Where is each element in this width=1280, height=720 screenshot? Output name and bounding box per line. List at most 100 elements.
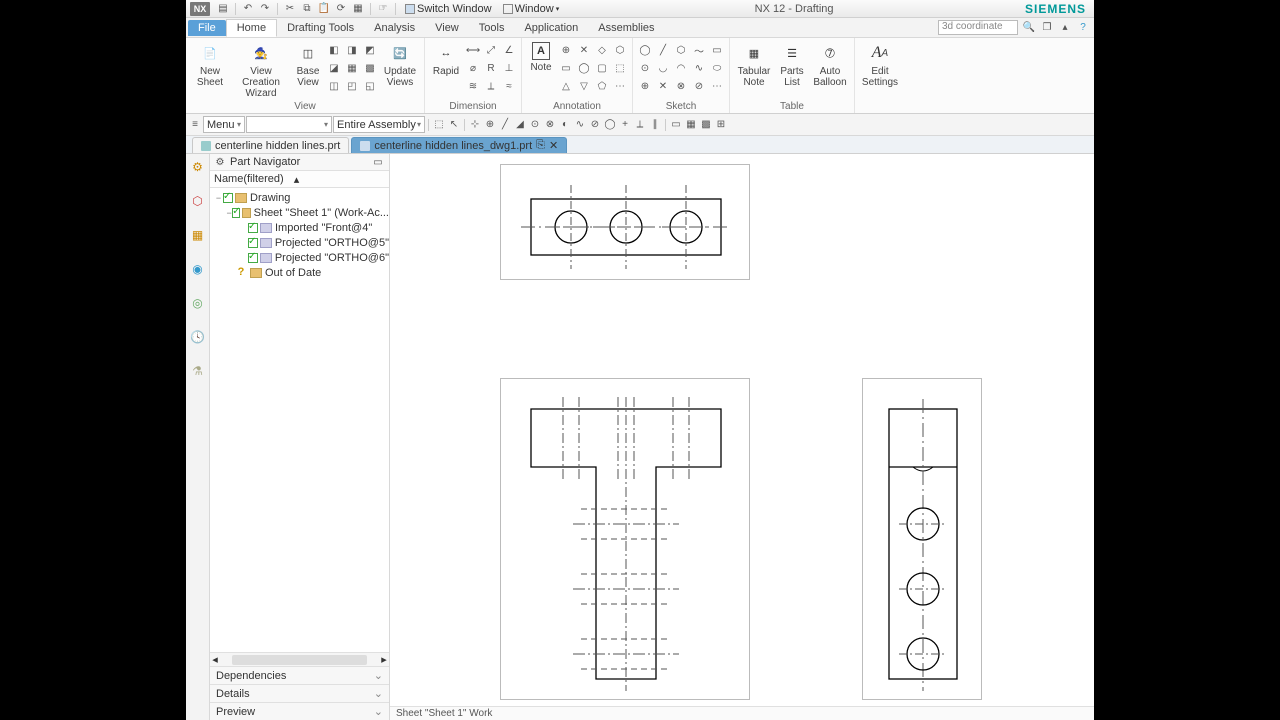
repeat-icon[interactable]: ⟳ xyxy=(334,2,348,16)
navigator-filter-row[interactable]: Name(filtered)▴ xyxy=(210,171,389,188)
snap-7-icon[interactable]: ◐ xyxy=(558,118,572,132)
doc-tab-1[interactable]: centerline hidden lines.prt xyxy=(192,137,349,153)
tree-ortho6[interactable]: Projected "ORTHO@6" xyxy=(210,250,389,265)
assembly-filter[interactable]: Entire Assembly▾ xyxy=(333,116,425,133)
tab-file[interactable]: File xyxy=(188,20,226,36)
group-dimension: ↔Rapid ⟷⤢∠ ⌀R⊥ ≋⟂≈ Dimension xyxy=(425,38,522,113)
dimension-mini-buttons[interactable]: ⟷⤢∠ ⌀R⊥ ≋⟂≈ xyxy=(465,40,517,94)
tree-sheet[interactable]: −Sheet "Sheet 1" (Work-Ac... xyxy=(210,205,389,220)
close-icon[interactable]: ✕ xyxy=(549,139,558,152)
view-creation-wizard-button[interactable]: 🧙View CreationWizard xyxy=(232,40,290,99)
tree-drawing[interactable]: −Drawing xyxy=(210,190,389,205)
view-2-icon[interactable]: ▦ xyxy=(684,118,698,132)
new-sheet-button[interactable]: 📄NewSheet xyxy=(190,40,230,88)
view-4-icon[interactable]: ⊞ xyxy=(714,118,728,132)
annotation-mini-buttons[interactable]: ⊕✕◇⬡ ▭◯▢⬚ △▽⬠⋯ xyxy=(558,40,628,94)
snap-12-icon[interactable]: ⟂ xyxy=(633,118,647,132)
note-button[interactable]: ANote xyxy=(526,40,556,73)
reuse-library-icon[interactable]: ◉ xyxy=(189,260,207,278)
history-icon[interactable]: 🕓 xyxy=(189,328,207,346)
sketch-mini-buttons[interactable]: ◯╱⬡～▭ ⊙◡◠∿⬭ ⊕✕⊗⊘⋯ xyxy=(637,40,725,94)
grid-icon[interactable]: ▦ xyxy=(351,2,365,16)
help-icon[interactable]: ? xyxy=(1076,21,1090,35)
parts-list-button[interactable]: ☰PartsList xyxy=(776,40,808,88)
snap-2-icon[interactable]: ⊕ xyxy=(483,118,497,132)
nav-preview[interactable]: Preview⌄ xyxy=(210,702,389,720)
view-1-icon[interactable]: ▭ xyxy=(669,118,683,132)
save-icon[interactable]: ▤ xyxy=(216,2,230,16)
undo-icon[interactable]: ↶ xyxy=(241,2,255,16)
view-ortho5[interactable] xyxy=(500,378,750,700)
tree-out-of-date[interactable]: ?Out of Date xyxy=(210,265,389,280)
part-navigator-icon[interactable]: ⚙ xyxy=(189,158,207,176)
minimize-ribbon-icon[interactable]: ▴ xyxy=(1058,21,1072,35)
constraint-navigator-icon[interactable]: ▦ xyxy=(189,226,207,244)
main-area: ⚙ ⬡ ▦ ◉ ◎ 🕓 ⚗ ⚙ Part Navigator ▭ Name(fi… xyxy=(186,154,1094,720)
view-front[interactable] xyxy=(500,164,750,280)
tab-tools[interactable]: Tools xyxy=(469,20,515,36)
window-dropdown[interactable]: Window▾ xyxy=(499,2,564,16)
part-icon xyxy=(360,141,370,151)
base-view-button[interactable]: ◫BaseView xyxy=(292,40,324,88)
snap-1-icon[interactable]: ⊹ xyxy=(468,118,482,132)
tab-view[interactable]: View xyxy=(425,20,469,36)
tabular-note-button[interactable]: ▦TabularNote xyxy=(734,40,774,88)
snap-10-icon[interactable]: ◯ xyxy=(603,118,617,132)
doc-tab-2[interactable]: centerline hidden lines_dwg1.prt⎘✕ xyxy=(351,137,567,153)
nav-details[interactable]: Details⌄ xyxy=(210,684,389,702)
snap-5-icon[interactable]: ⊙ xyxy=(528,118,542,132)
snap-9-icon[interactable]: ⊘ xyxy=(588,118,602,132)
drawing-canvas[interactable] xyxy=(390,154,1094,706)
view-3-icon[interactable]: ▩ xyxy=(699,118,713,132)
menu-icon[interactable]: ≡ xyxy=(188,118,202,132)
pin-icon[interactable]: ⎘ xyxy=(536,139,545,152)
tab-drafting-tools[interactable]: Drafting Tools xyxy=(277,20,364,36)
paste-icon[interactable]: 📋 xyxy=(317,2,331,16)
cut-icon[interactable]: ✂ xyxy=(283,2,297,16)
snap-13-icon[interactable]: ∥ xyxy=(648,118,662,132)
auto-balloon-button[interactable]: ➆AutoBalloon xyxy=(810,40,850,88)
tree-front[interactable]: Imported "Front@4" xyxy=(210,220,389,235)
nav-dependencies[interactable]: Dependencies⌄ xyxy=(210,666,389,684)
select-arrow-icon[interactable]: ↖ xyxy=(447,118,461,132)
view-ortho6[interactable] xyxy=(862,378,982,700)
assembly-navigator-icon[interactable]: ⬡ xyxy=(189,192,207,210)
window-label: Window xyxy=(515,3,554,15)
edit-settings-button[interactable]: AAEditSettings xyxy=(859,40,901,88)
navigator-tree: −Drawing −Sheet "Sheet 1" (Work-Ac... Im… xyxy=(210,188,389,652)
tab-home[interactable]: Home xyxy=(226,19,277,37)
tab-analysis[interactable]: Analysis xyxy=(364,20,425,36)
siemens-brand: SIEMENS xyxy=(1025,2,1086,16)
command-finder-input[interactable]: 3d coordinate xyxy=(938,20,1018,35)
roles-icon[interactable]: ⚗ xyxy=(189,362,207,380)
snap-11-icon[interactable]: + xyxy=(618,118,632,132)
menu-dropdown[interactable]: Menu▾ xyxy=(203,116,245,133)
snap-6-icon[interactable]: ⊗ xyxy=(543,118,557,132)
selection-filter[interactable]: ▾ xyxy=(246,116,332,133)
rapid-dimension-button[interactable]: ↔Rapid xyxy=(429,40,463,77)
group-sketch-label: Sketch xyxy=(637,101,725,113)
collapse-icon[interactable]: ▭ xyxy=(371,155,385,169)
switch-window-label: Switch Window xyxy=(417,3,492,15)
group-dimension-label: Dimension xyxy=(429,101,517,113)
search-icon[interactable]: 🔍 xyxy=(1022,21,1036,35)
tab-application[interactable]: Application xyxy=(514,20,588,36)
touch-icon[interactable]: ☞ xyxy=(376,2,390,16)
hd3d-icon[interactable]: ◎ xyxy=(189,294,207,312)
title-bar: NX ▤ ↶ ↷ ✂ ⧉ 📋 ⟳ ▦ ☞ Switch Window Windo… xyxy=(186,0,1094,18)
select-icon[interactable]: ⬚ xyxy=(432,118,446,132)
copy-icon[interactable]: ⧉ xyxy=(300,2,314,16)
tab-assemblies[interactable]: Assemblies xyxy=(588,20,664,36)
view-mini-buttons[interactable]: ◧◨◩ ◪▦▩ ◫◰◱ xyxy=(326,40,378,94)
snap-3-icon[interactable]: ╱ xyxy=(498,118,512,132)
snap-4-icon[interactable]: ◢ xyxy=(513,118,527,132)
gear-icon[interactable]: ⚙ xyxy=(214,156,226,168)
switch-window-icon[interactable]: Switch Window xyxy=(401,2,496,16)
redo-icon[interactable]: ↷ xyxy=(258,2,272,16)
tree-ortho5[interactable]: Projected "ORTHO@5" xyxy=(210,235,389,250)
update-views-button[interactable]: 🔄UpdateViews xyxy=(380,40,420,88)
navigator-hscroll[interactable]: ◂▸ xyxy=(210,652,389,666)
menu-bar: File Home Drafting Tools Analysis View T… xyxy=(186,18,1094,38)
snap-8-icon[interactable]: ∿ xyxy=(573,118,587,132)
window-restore-icon[interactable]: ❐ xyxy=(1040,21,1054,35)
